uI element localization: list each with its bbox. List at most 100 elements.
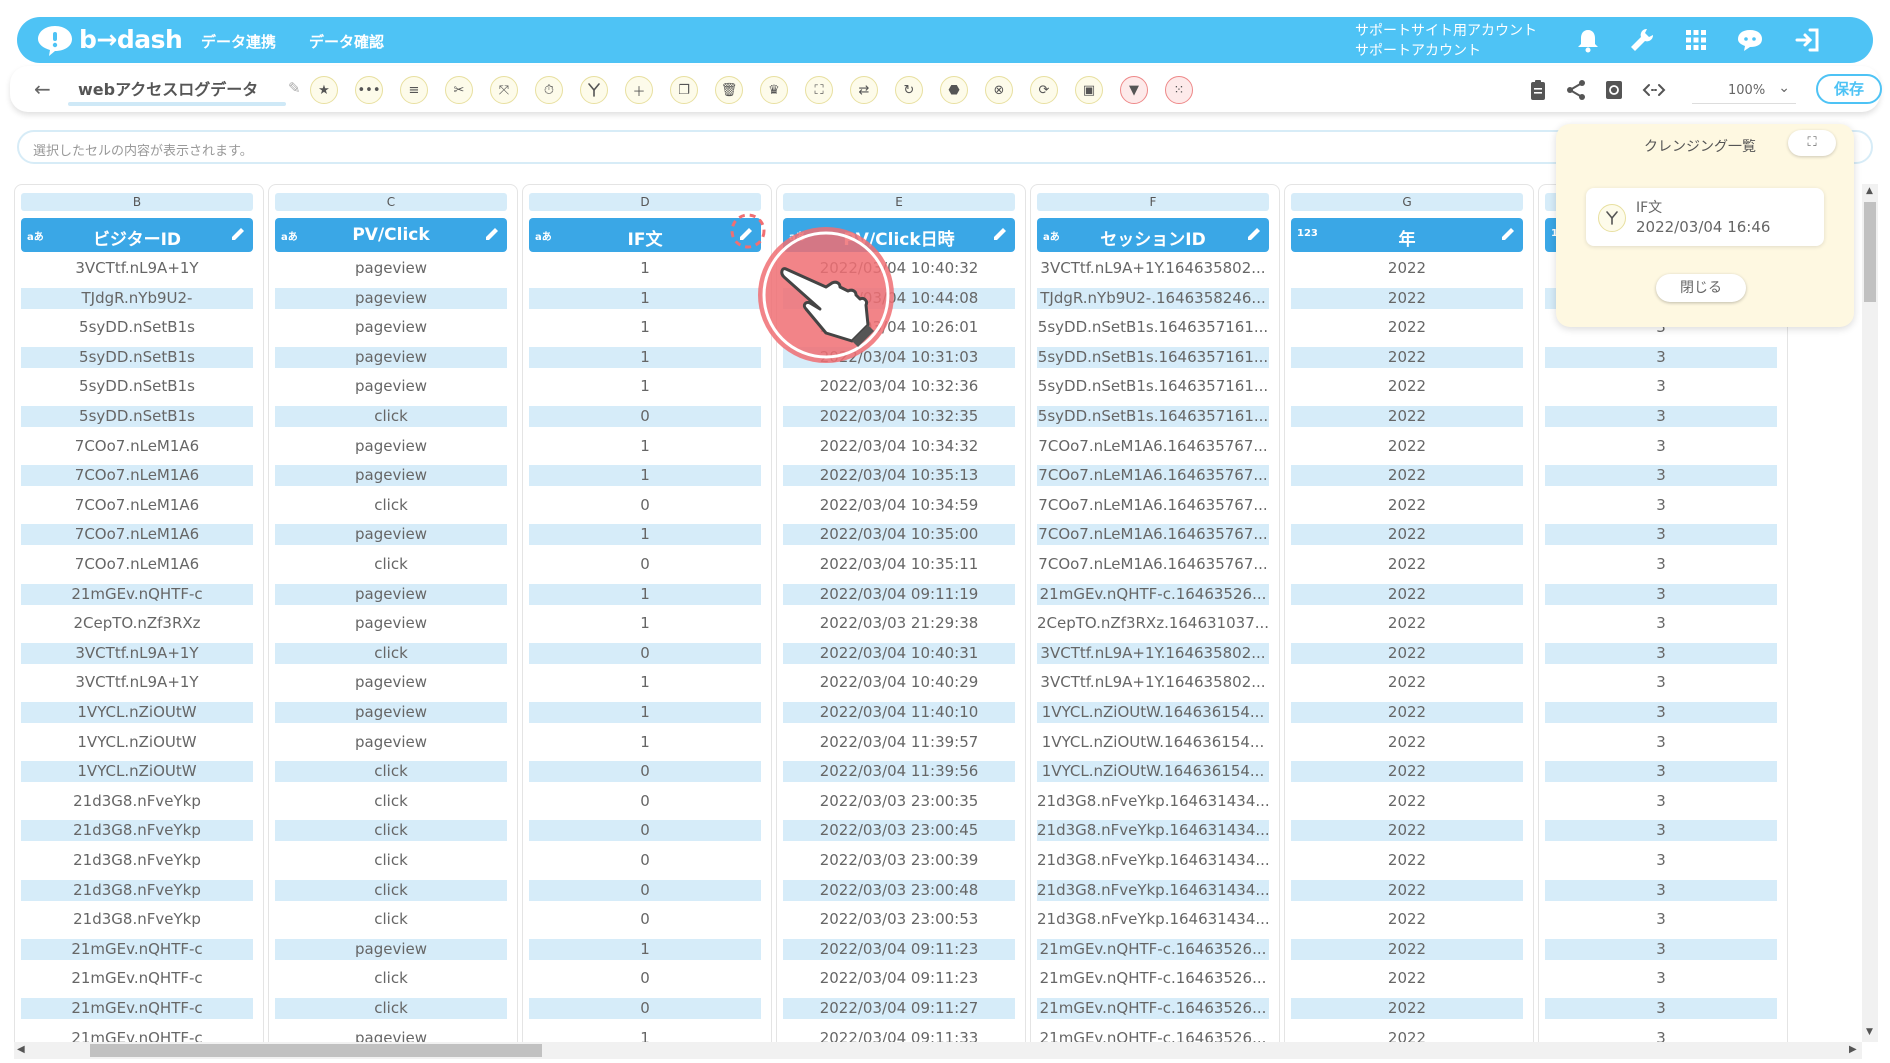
account-info[interactable]: サポートサイト用アカウント サポートアカウント xyxy=(1355,21,1537,61)
table-cell[interactable]: 21d3G8.nFveYkp.164631434... xyxy=(1037,820,1269,842)
table-cell[interactable]: 1 xyxy=(529,732,761,753)
column-header[interactable]: 123 年 xyxy=(1291,218,1523,252)
table-cell[interactable]: 3VCTtf.nL9A+1Y xyxy=(21,258,253,279)
table-cell[interactable]: 2022/03/04 10:35:11 xyxy=(783,554,1015,575)
table-cell[interactable]: 1VYCL.nZiOUtW xyxy=(21,702,253,723)
table-cell[interactable]: 21mGEv.nQHTF-c xyxy=(21,938,253,960)
zoom-select[interactable]: 100% ⌄ xyxy=(1692,78,1796,104)
star-icon[interactable]: ★ xyxy=(310,76,338,104)
table-cell[interactable]: 5syDD.nSetB1s.1646357161... xyxy=(1037,406,1269,427)
logout-icon[interactable] xyxy=(1793,25,1823,55)
clipboard-icon[interactable] xyxy=(1526,78,1550,102)
vertical-scrollbar[interactable]: ▲ ▼ xyxy=(1862,184,1878,1042)
table-cell[interactable]: 7COo7.nLeM1A6.164635767... xyxy=(1037,524,1269,546)
branch-icon[interactable] xyxy=(580,76,608,104)
table-cell[interactable]: 3 xyxy=(1545,702,1777,723)
table-cell[interactable]: pageview xyxy=(275,613,507,634)
table-cell[interactable]: 21mGEv.nQHTF-c xyxy=(21,968,253,989)
table-cell[interactable]: 21d3G8.nFveYkp.164631434... xyxy=(1037,909,1269,930)
column-header[interactable]: aあ IF文 xyxy=(529,218,761,252)
table-cell[interactable]: 21d3G8.nFveYkp xyxy=(21,820,253,842)
table-cell[interactable]: 2022 xyxy=(1291,376,1523,397)
table-cell[interactable]: 21mGEv.nQHTF-c xyxy=(21,583,253,605)
table-cell[interactable]: 5syDD.nSetB1s xyxy=(21,376,253,397)
table-cell[interactable]: 7COo7.nLeM1A6 xyxy=(21,465,253,487)
table-cell[interactable]: 2022/03/04 09:11:23 xyxy=(783,968,1015,989)
table-cell[interactable]: 1VYCL.nZiOUtW.164636154... xyxy=(1037,761,1269,783)
table-cell[interactable]: 2022 xyxy=(1291,820,1523,842)
column-g[interactable]: G 123 年 2022 2022 2022 2022 2022 2022 2022 2022 202… xyxy=(1284,184,1534,1057)
table-cell[interactable]: 2022/03/03 23:00:48 xyxy=(783,879,1015,901)
table-cell[interactable]: 3VCTtf.nL9A+1Y.164635802... xyxy=(1037,672,1269,693)
data-title[interactable]: webアクセスログデータ xyxy=(78,76,258,100)
expand-panel-button[interactable]: ⛶ xyxy=(1788,130,1836,156)
grid-dots-icon[interactable]: ⁙ xyxy=(1165,76,1193,104)
table-cell[interactable]: 0 xyxy=(529,791,761,812)
table-cell[interactable]: click xyxy=(275,406,507,427)
table-cell[interactable]: 1 xyxy=(529,938,761,960)
table-cell[interactable]: click xyxy=(275,850,507,871)
table-cell[interactable]: click xyxy=(275,554,507,575)
table-cell[interactable]: 2022 xyxy=(1291,642,1523,664)
table-cell[interactable]: pageview xyxy=(275,258,507,279)
table-cell[interactable]: 3 xyxy=(1545,850,1777,871)
table-cell[interactable]: click xyxy=(275,998,507,1019)
table-cell[interactable]: pageview xyxy=(275,317,507,338)
table-cell[interactable]: 3 xyxy=(1545,820,1777,842)
table-cell[interactable]: pageview xyxy=(275,524,507,546)
column-letter[interactable]: D xyxy=(529,193,761,211)
table-cell[interactable]: 2022 xyxy=(1291,732,1523,753)
table-cell[interactable]: 2022/03/03 23:00:39 xyxy=(783,850,1015,871)
table-cell[interactable]: 3 xyxy=(1545,613,1777,634)
table-cell[interactable]: 21d3G8.nFveYkp.164631434... xyxy=(1037,850,1269,871)
table-cell[interactable]: 0 xyxy=(529,761,761,783)
table-cell[interactable]: 2022 xyxy=(1291,909,1523,930)
table-cell[interactable]: 2022 xyxy=(1291,791,1523,812)
rotate-icon[interactable]: ↻ xyxy=(895,76,923,104)
table-cell[interactable]: 7COo7.nLeM1A6.164635767... xyxy=(1037,495,1269,516)
column-letter[interactable]: G xyxy=(1291,193,1523,211)
edit-column-icon[interactable] xyxy=(1245,225,1263,243)
table-cell[interactable]: 7COo7.nLeM1A6.164635767... xyxy=(1037,436,1269,457)
table-cell[interactable]: 1VYCL.nZiOUtW.164636154... xyxy=(1037,732,1269,753)
horizontal-scrollbar[interactable]: ◀ ▶ xyxy=(14,1042,1862,1059)
table-cell[interactable]: 3 xyxy=(1545,524,1777,546)
table-cell[interactable]: 21d3G8.nFveYkp xyxy=(21,850,253,871)
bdash-logo[interactable]: b→dash xyxy=(35,23,185,57)
table-cell[interactable]: 3 xyxy=(1545,583,1777,605)
share-icon[interactable] xyxy=(1564,78,1588,102)
table-cell[interactable]: 3 xyxy=(1545,436,1777,457)
table-cell[interactable]: 21mGEv.nQHTF-c.16463526... xyxy=(1037,998,1269,1019)
plus-icon[interactable]: ＋ xyxy=(625,76,653,104)
table-cell[interactable]: 2022/03/03 23:00:45 xyxy=(783,820,1015,842)
table-cell[interactable]: 3 xyxy=(1545,642,1777,664)
table-cell[interactable]: click xyxy=(275,879,507,901)
table-cell[interactable]: 5syDD.nSetB1s.1646357161... xyxy=(1037,346,1269,368)
table-cell[interactable]: 2022 xyxy=(1291,968,1523,989)
table-cell[interactable]: 1 xyxy=(529,672,761,693)
table-cell[interactable]: 2022 xyxy=(1291,258,1523,279)
table-cell[interactable]: 3 xyxy=(1545,732,1777,753)
table-cell[interactable]: 2022 xyxy=(1291,317,1523,338)
table-cell[interactable]: 1 xyxy=(529,287,761,309)
table-cell[interactable]: 2022/03/04 10:35:13 xyxy=(783,465,1015,487)
table-cell[interactable]: 0 xyxy=(529,554,761,575)
table-cell[interactable]: 5syDD.nSetB1s xyxy=(21,406,253,427)
table-cell[interactable]: 1 xyxy=(529,258,761,279)
table-cell[interactable]: click xyxy=(275,495,507,516)
vertical-scroll-thumb[interactable] xyxy=(1864,202,1876,302)
table-cell[interactable]: 5syDD.nSetB1s.1646357161... xyxy=(1037,317,1269,338)
table-cell[interactable]: 1 xyxy=(529,702,761,723)
more-icon[interactable]: ••• xyxy=(355,76,383,104)
history-icon[interactable] xyxy=(1602,78,1626,102)
table-cell[interactable]: 2022 xyxy=(1291,287,1523,309)
table-cell[interactable]: 2022/03/04 10:34:59 xyxy=(783,495,1015,516)
table-cell[interactable]: 2022/03/04 10:35:00 xyxy=(783,524,1015,546)
table-cell[interactable]: 2022/03/04 10:32:36 xyxy=(783,376,1015,397)
table-cell[interactable]: 21mGEv.nQHTF-c.16463526... xyxy=(1037,938,1269,960)
cut-icon[interactable]: ✂ xyxy=(445,76,473,104)
table-cell[interactable]: 2022 xyxy=(1291,672,1523,693)
table-cell[interactable]: 7COo7.nLeM1A6.164635767... xyxy=(1037,465,1269,487)
table-cell[interactable]: pageview xyxy=(275,583,507,605)
table-cell[interactable]: click xyxy=(275,820,507,842)
